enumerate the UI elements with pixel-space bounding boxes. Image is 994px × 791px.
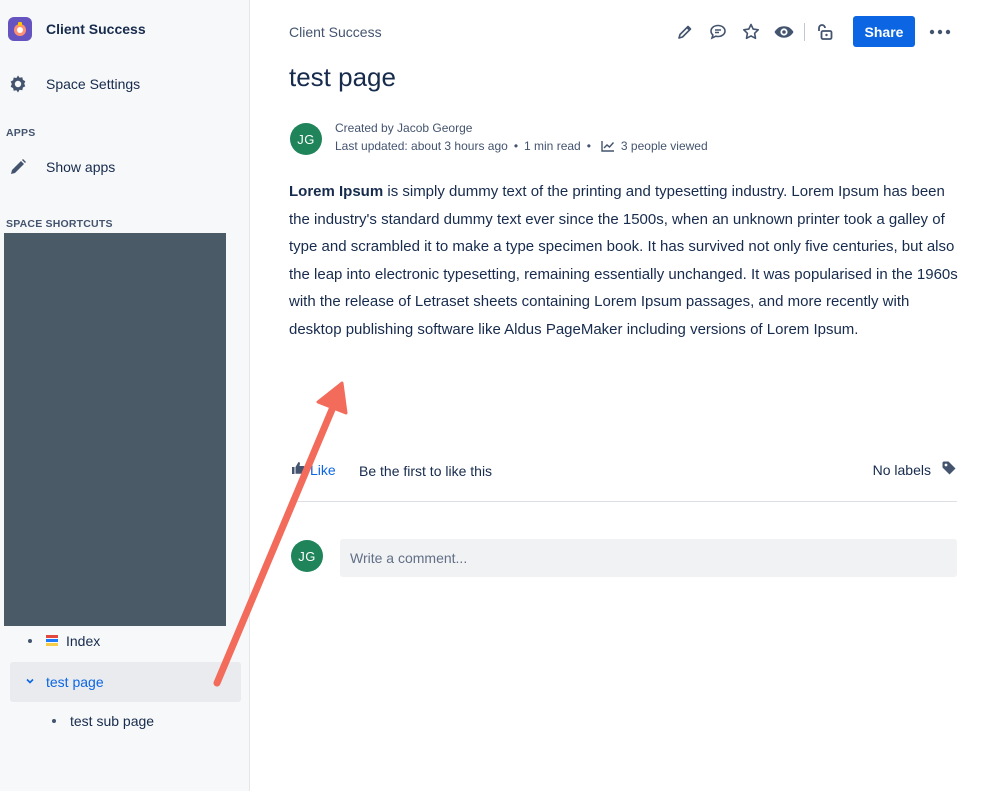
like-label: Like: [310, 461, 336, 478]
reactions-row: Like Be the first to like this No labels: [290, 460, 957, 482]
labels-area[interactable]: No labels: [873, 460, 957, 479]
page-views[interactable]: 3 people viewed: [621, 137, 708, 155]
space-title: Client Success: [46, 21, 146, 37]
comment-icon[interactable]: [705, 19, 731, 45]
chevron-down-icon[interactable]: [24, 674, 36, 692]
more-icon[interactable]: [925, 18, 955, 46]
page-byline: Created by Jacob George Last updated: ab…: [335, 119, 708, 155]
tree-item-test-sub-page[interactable]: test sub page: [52, 713, 154, 729]
books-icon: [45, 634, 59, 648]
tree-item-test-page[interactable]: test page: [10, 662, 241, 702]
separator-dot: •: [513, 139, 519, 153]
star-icon[interactable]: [738, 19, 764, 45]
tree-item-index-label: Index: [66, 633, 101, 649]
space-logo-icon: [8, 17, 32, 41]
like-status-text: Be the first to like this: [359, 463, 493, 479]
page-toolbar: [672, 16, 845, 48]
share-button[interactable]: Share: [853, 16, 915, 47]
tree-item-test-page-label: test page: [46, 674, 104, 690]
tag-icon[interactable]: [941, 460, 957, 479]
breadcrumb[interactable]: Client Success: [289, 24, 382, 40]
sidebar: Client Success Space Settings APPS Show …: [0, 0, 250, 791]
show-apps-link[interactable]: Show apps: [6, 155, 115, 179]
pencil-icon: [6, 155, 30, 179]
show-apps-label: Show apps: [46, 159, 116, 175]
space-shortcuts-section-label: SPACE SHORTCUTS: [6, 218, 113, 230]
apps-section-label: APPS: [6, 127, 36, 139]
eye-icon[interactable]: [771, 19, 797, 45]
page-body: Lorem Ipsum is simply dummy text of the …: [289, 178, 961, 343]
like-button[interactable]: Like: [290, 460, 336, 479]
labels-text: No labels: [872, 461, 931, 478]
space-header[interactable]: Client Success: [6, 16, 146, 42]
edit-pencil-icon[interactable]: [672, 19, 698, 45]
redacted-shortcuts-block: [4, 233, 226, 626]
bullet-icon: [28, 639, 32, 643]
author-avatar[interactable]: JG: [290, 123, 322, 155]
last-updated[interactable]: Last updated: about 3 hours ago: [335, 137, 508, 155]
space-settings-label: Space Settings: [46, 76, 141, 92]
tree-item-test-sub-page-label: test sub page: [70, 713, 155, 729]
commenter-avatar: JG: [291, 540, 323, 572]
footer-divider: [290, 501, 957, 502]
analytics-chart-icon: [601, 140, 615, 152]
toolbar-divider: [804, 23, 805, 41]
unlock-icon[interactable]: [812, 19, 838, 45]
body-text: is simply dummy text of the printing and…: [289, 183, 958, 338]
bullet-icon: [52, 719, 56, 723]
thumbs-up-icon: [290, 460, 306, 479]
space-settings-link[interactable]: Space Settings: [6, 72, 140, 96]
read-time: 1 min read: [524, 139, 581, 153]
body-bold-text: Lorem Ipsum: [289, 183, 384, 200]
gear-icon: [6, 72, 30, 96]
tree-item-index[interactable]: Index: [28, 633, 100, 649]
separator-dot: •: [586, 139, 591, 153]
created-by[interactable]: Created by Jacob George: [335, 119, 708, 137]
comment-input[interactable]: [340, 539, 957, 577]
page-title: test page: [289, 62, 396, 92]
